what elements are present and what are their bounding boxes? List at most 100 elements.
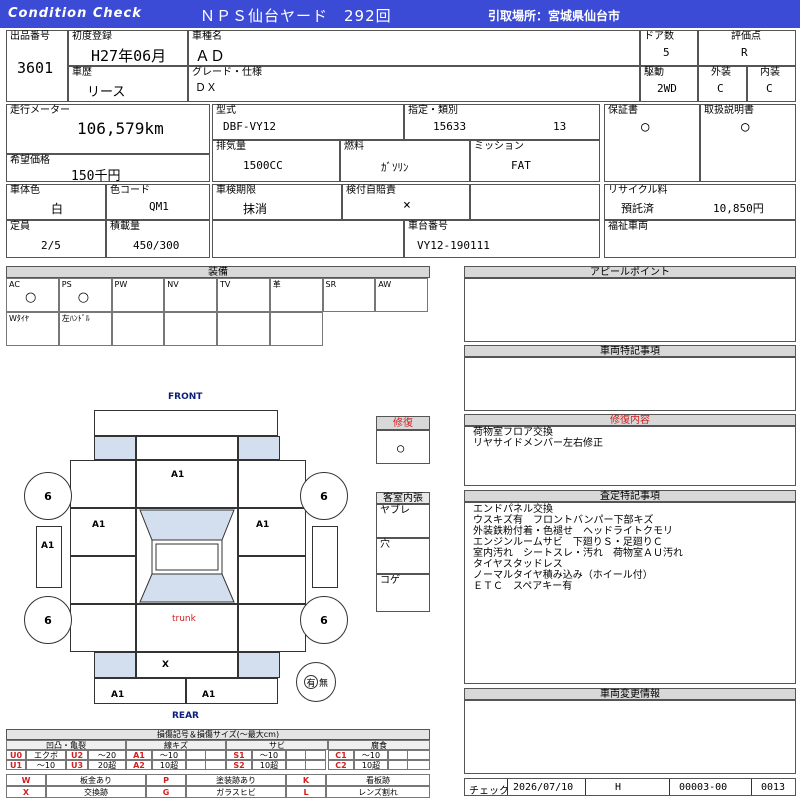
legend-code: K bbox=[286, 774, 326, 786]
equipment-label: SR bbox=[325, 280, 337, 289]
equipment-title: 装備 bbox=[6, 266, 430, 278]
legend-spacer bbox=[286, 750, 326, 760]
equipment-cell: TV bbox=[217, 278, 270, 312]
price-cell: 希望価格 150千円 bbox=[6, 154, 210, 184]
legend-spacer bbox=[186, 750, 226, 760]
legend-desc: 看板跡 bbox=[326, 774, 430, 786]
equipment-cell: AW bbox=[375, 278, 428, 312]
legend-code: L bbox=[286, 786, 326, 798]
rear-right-corner bbox=[238, 652, 280, 678]
equipment-cell: PS ○ bbox=[58, 278, 112, 312]
front-bumper bbox=[94, 410, 278, 436]
type-a: 15633 bbox=[433, 120, 467, 133]
drive: 2WD bbox=[657, 82, 677, 95]
interior-cell: 内装 C bbox=[747, 66, 796, 102]
displacement: 1500CC bbox=[243, 159, 283, 172]
repair-line: 荷物室フロア交換 bbox=[473, 427, 553, 438]
legend-desc: 〜10 bbox=[152, 750, 186, 760]
color-code: QM1 bbox=[149, 200, 169, 213]
mark-right-front: A1 bbox=[256, 520, 270, 530]
repair-box: ○ bbox=[376, 430, 430, 464]
inspection: 抹消 bbox=[243, 202, 268, 216]
legend-code: W bbox=[6, 774, 46, 786]
trunk-area bbox=[136, 604, 238, 652]
rear-bumper-left bbox=[94, 678, 186, 704]
cabin-title: 客室内張 bbox=[376, 492, 430, 504]
legend-spacer bbox=[388, 760, 430, 770]
legend-title: 損傷記号＆損傷サイズ(〜最大cm) bbox=[6, 729, 430, 740]
insurance: × bbox=[403, 198, 411, 213]
mark-left-sill: A1 bbox=[41, 541, 55, 551]
hood-roof bbox=[136, 460, 238, 508]
legend-code: S2 bbox=[226, 760, 252, 770]
windshield-shape bbox=[139, 509, 235, 603]
interior-grade: C bbox=[766, 82, 773, 95]
legend-code: G bbox=[146, 786, 186, 798]
warranty: ○ bbox=[641, 119, 650, 135]
grade: ＤＸ bbox=[195, 81, 217, 94]
code-1: 00003-00 bbox=[679, 782, 728, 793]
model-cell: 型式 DBF-VY12 bbox=[212, 104, 404, 140]
legend-code: A2 bbox=[126, 760, 152, 770]
equipment-cell: Wﾀｲﾔ bbox=[6, 312, 59, 346]
legend-desc: 10超 bbox=[354, 760, 388, 770]
front-right-corner bbox=[238, 436, 280, 460]
equipment-label: PW bbox=[114, 280, 128, 289]
legend-code: A1 bbox=[126, 750, 152, 760]
fuel-cell: 燃料 ｶﾞｿﾘﾝ bbox=[340, 140, 470, 182]
check-date: 2026/07/10 bbox=[513, 782, 574, 793]
right-sill bbox=[312, 526, 338, 588]
model: DBF-VY12 bbox=[223, 120, 276, 133]
legend-group-header: 線キズ bbox=[126, 740, 226, 750]
equipment-label: AW bbox=[378, 280, 392, 289]
spare-no: 無 bbox=[318, 678, 328, 689]
check-mark: H bbox=[615, 782, 622, 793]
grade-score-cell: 評価点 R bbox=[698, 30, 796, 66]
mark-rear-right: A1 bbox=[202, 690, 216, 700]
body-color: 白 bbox=[51, 202, 64, 216]
inspection-note-line: ノーマルタイヤ積み込み（ホイール付） bbox=[473, 570, 653, 581]
grade-score: R bbox=[741, 46, 748, 59]
grade-cell: グレード・仕様 ＤＸ bbox=[188, 66, 640, 102]
equipment-cell bbox=[164, 312, 217, 346]
notes-title: 車両特記事項 bbox=[464, 345, 796, 357]
inspection-cell: 車検期限 抹消 bbox=[212, 184, 342, 220]
equipment-cell: 革 bbox=[269, 278, 323, 312]
car-name: ＡＤ bbox=[195, 47, 226, 65]
welfare-cell: 福祉車両 bbox=[604, 220, 796, 258]
legend-spacer bbox=[388, 750, 430, 760]
legend-group-header: 腐食 bbox=[328, 740, 430, 750]
history-cell: 車歴 リース bbox=[68, 66, 188, 102]
inspection-note-line: エンジンルームサビ 下廻りＳ・足廻りＣ bbox=[473, 537, 663, 548]
legend-code: U2 bbox=[66, 750, 88, 760]
pickup-location: 引取場所：宮城県仙台市 bbox=[488, 9, 621, 23]
tire-front-right: 6 bbox=[300, 472, 348, 520]
left-front-fender bbox=[70, 460, 136, 508]
tire-rear-left: 6 bbox=[24, 596, 72, 644]
legend-code: U0 bbox=[6, 750, 26, 760]
equipment-value: ○ bbox=[25, 290, 37, 305]
manual-cell: 取扱説明書 ○ bbox=[700, 104, 796, 182]
equipment-value: ○ bbox=[77, 290, 90, 305]
inspection-note-line: ウスキズ有 フロントバンパー下部キズ bbox=[473, 515, 654, 526]
legend-code: C2 bbox=[328, 760, 354, 770]
rear-windshield bbox=[139, 573, 235, 603]
right-rear-door bbox=[238, 556, 306, 604]
displacement-cell: 排気量 1500CC bbox=[212, 140, 340, 182]
front-windshield bbox=[139, 509, 235, 541]
inspection-note-line: タイヤスタッドレス bbox=[473, 559, 563, 570]
changes-title: 車両変更情報 bbox=[464, 688, 796, 700]
brand-title: Condition Check bbox=[8, 6, 142, 21]
divider bbox=[585, 779, 586, 795]
legend-code: U1 bbox=[6, 760, 26, 770]
doors: 5 bbox=[663, 46, 670, 59]
legend-spacer bbox=[286, 760, 326, 770]
mission: FAT bbox=[511, 159, 531, 172]
doors-cell: ドア数 5 bbox=[640, 30, 698, 66]
mileage: 106,579km bbox=[77, 119, 164, 138]
auction-title: ＮＰＳ仙台ヤード 292回 bbox=[200, 7, 392, 25]
mark-rear-center: X bbox=[162, 660, 169, 670]
inspection-notes-title: 査定特記事項 bbox=[464, 490, 796, 502]
inspection-note-line: 室内汚れ シートスレ・汚れ 荷物室ＡＵ汚れ bbox=[473, 548, 683, 559]
color-code-cell: 色コード QM1 bbox=[106, 184, 210, 220]
